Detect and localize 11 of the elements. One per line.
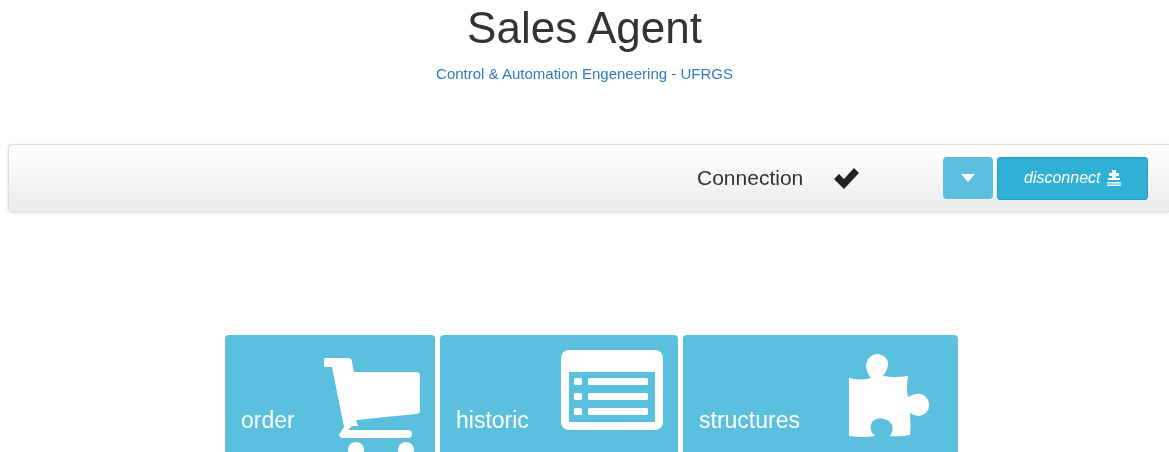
disconnect-button[interactable]: disconnect bbox=[997, 156, 1149, 200]
caret-icon bbox=[961, 174, 976, 182]
menu-tile[interactable]: structures bbox=[683, 335, 958, 452]
list-window-icon bbox=[561, 350, 663, 430]
connection-label: Connection bbox=[697, 166, 804, 190]
menu-tile[interactable]: historic bbox=[440, 335, 678, 452]
page-title: Sales Agent bbox=[467, 2, 702, 54]
page-subtitle: Control & Automation Engeneering - UFRGS bbox=[436, 65, 733, 82]
dropdown-button[interactable] bbox=[943, 157, 994, 199]
eject-icon bbox=[1105, 170, 1122, 186]
menu-tile[interactable]: order bbox=[225, 335, 435, 452]
